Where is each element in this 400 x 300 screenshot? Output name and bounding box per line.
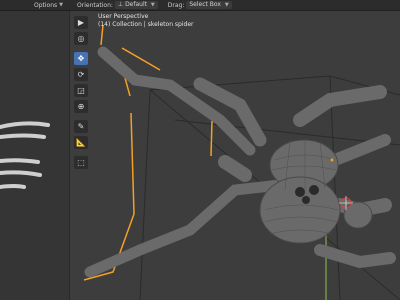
viewport-info: User Perspective (14) Collection | skele… [98, 13, 193, 29]
rotate-icon: ⟳ [77, 70, 85, 79]
measure-tool-button[interactable]: 📐 [74, 136, 88, 149]
select-tool-button[interactable]: ▶ [74, 16, 88, 29]
ruler-icon: 📐 [76, 138, 86, 147]
drag-value: Select Box [189, 1, 221, 8]
options-menu[interactable]: Options ▼ [34, 2, 63, 9]
side-view-panel[interactable] [0, 11, 70, 300]
spider-mesh-render [83, 24, 400, 300]
perspective-label: User Perspective [98, 13, 149, 20]
add-cube-tool-button[interactable]: ⬚ [74, 156, 88, 169]
orientation-icon: ⊥ [117, 1, 126, 8]
collection-label: (14) Collection | skeleton spider [98, 21, 194, 28]
pencil-icon: ✎ [77, 122, 85, 131]
move-arrows-icon: ✥ [77, 54, 85, 63]
orientation-selector[interactable]: Orientation: ⊥ Default ▼ [77, 1, 158, 9]
move-tool-button[interactable]: ✥ [74, 52, 88, 65]
origin-point [330, 158, 334, 162]
orientation-label: Orientation: [77, 1, 113, 9]
3d-cursor-icon: ◎ [77, 34, 85, 43]
cube-icon: ⬚ [77, 158, 85, 167]
tool-shelf: ▶ ◎ ✥ ⟳ ◲ ⊕ ✎ 📐 ⬚ [74, 16, 90, 172]
cursor-tool-button[interactable]: ◎ [74, 32, 88, 45]
drag-label: Drag: [167, 1, 185, 9]
chevron-down-icon: ▼ [59, 2, 64, 8]
spider-legs [84, 46, 396, 278]
rotate-tool-button[interactable]: ⟳ [74, 68, 88, 81]
annotate-tool-button[interactable]: ✎ [74, 120, 88, 133]
3d-viewport[interactable] [70, 11, 400, 300]
transform-icon: ⊕ [77, 102, 85, 111]
drag-dropdown[interactable]: Select Box ▼ [186, 1, 232, 9]
drag-selector[interactable]: Drag: Select Box ▼ [168, 1, 232, 9]
orientation-dropdown[interactable]: ⊥ Default ▼ [114, 1, 158, 9]
chevron-down-icon: ▼ [150, 2, 155, 8]
chevron-down-icon: ▼ [224, 2, 229, 8]
scale-tool-button[interactable]: ◲ [74, 84, 88, 97]
transform-tool-button[interactable]: ⊕ [74, 100, 88, 113]
viewport-header: Options ▼ Orientation: ⊥ Default ▼ Drag:… [0, 0, 400, 11]
scale-icon: ◲ [77, 86, 85, 95]
orientation-value: Default [125, 1, 147, 8]
cursor-arrow-icon: ▶ [77, 18, 85, 27]
options-label: Options [34, 1, 58, 9]
side-view-legs [0, 121, 50, 189]
